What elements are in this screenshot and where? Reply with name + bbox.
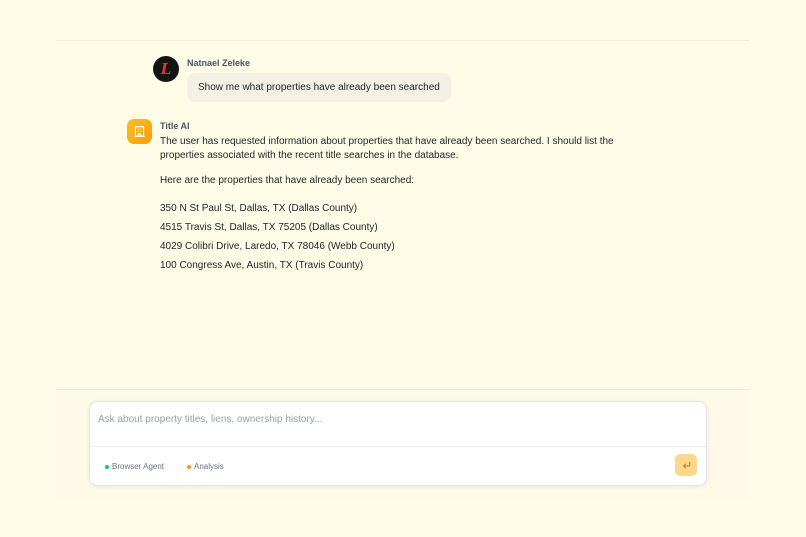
avatar-letter: L <box>160 59 172 78</box>
list-item: 100 Congress Ave, Austin, TX (Travis Cou… <box>160 260 364 271</box>
return-arrow-icon <box>682 461 690 468</box>
analysis-label: Analysis <box>194 462 224 471</box>
ai-message-body: The user has requested information about… <box>160 135 640 278</box>
building-icon <box>134 126 145 137</box>
ai-intro-text: The user has requested information about… <box>160 136 614 161</box>
message-composer: Browser Agent Analysis <box>89 401 707 486</box>
user-name: Natnael Zeleke <box>187 58 251 68</box>
status-dot <box>187 464 191 469</box>
ai-avatar <box>127 119 152 144</box>
chat-input[interactable] <box>98 408 696 430</box>
composer-divider <box>90 446 706 447</box>
list-item: 4029 Colibri Drive, Laredo, TX 78046 (We… <box>160 241 395 252</box>
list-item: 350 N St Paul St, Dallas, TX (Dallas Cou… <box>160 203 358 214</box>
chat-page: L Natnael Zeleke Show me what properties… <box>0 0 806 537</box>
analysis-toggle[interactable]: Analysis <box>187 460 224 473</box>
avatar: L <box>153 56 179 82</box>
list-item: 4515 Travis St, Dallas, TX 75205 (Dallas… <box>160 222 378 233</box>
top-divider <box>56 40 750 41</box>
send-button[interactable] <box>675 454 697 476</box>
browser-agent-toggle[interactable]: Browser Agent <box>105 460 164 473</box>
ai-list-heading: Here are the properties that have alread… <box>160 175 415 186</box>
ai-name: Title AI <box>160 121 190 131</box>
user-message-bubble: Show me what properties have already bee… <box>187 73 451 102</box>
property-list: 350 N St Paul St, Dallas, TX (Dallas Cou… <box>160 202 640 273</box>
browser-agent-label: Browser Agent <box>112 462 165 471</box>
status-dot <box>105 464 109 469</box>
